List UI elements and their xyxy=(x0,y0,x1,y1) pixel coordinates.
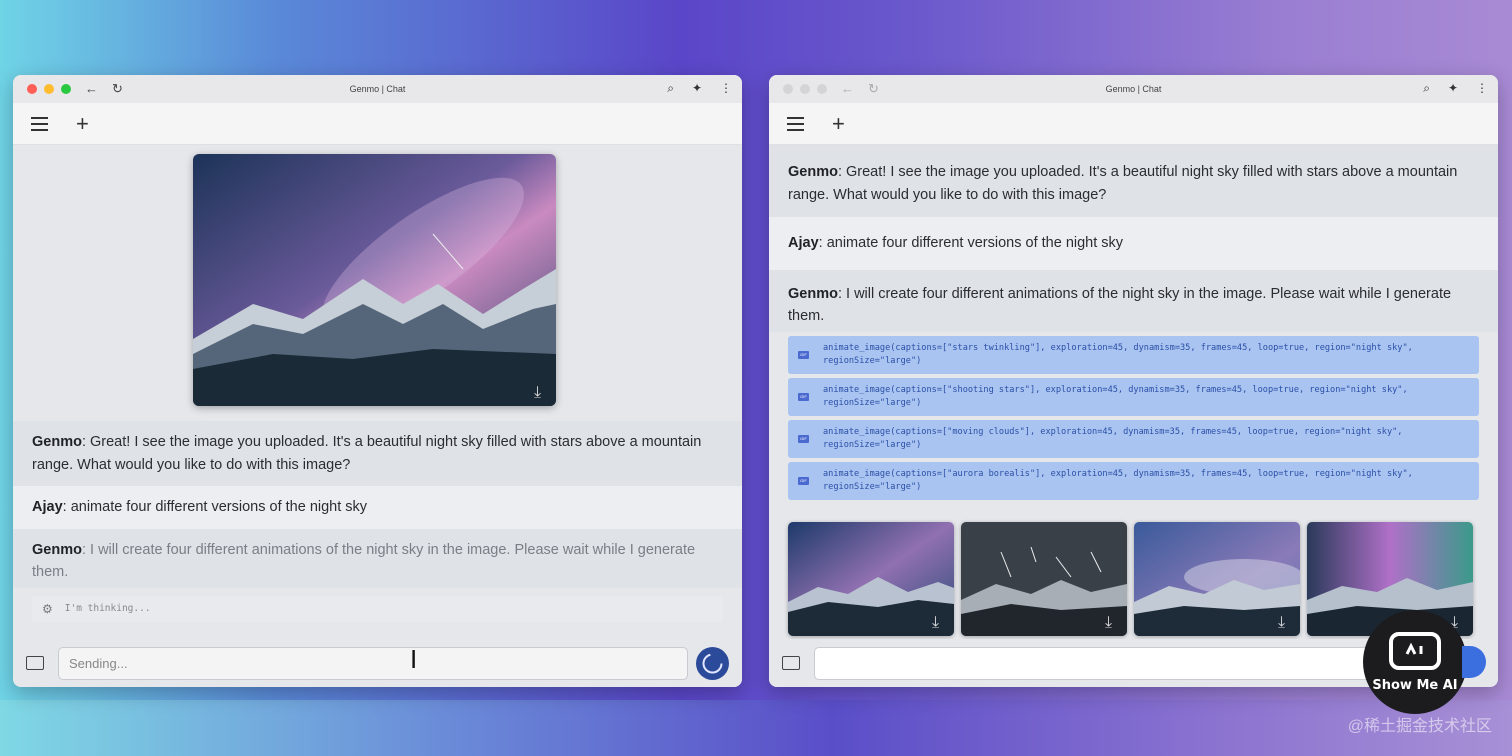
extensions-icon[interactable]: ✦ xyxy=(692,81,702,96)
function-call-list: GIF animate_image(captions=["stars twinkl… xyxy=(769,332,1498,500)
new-chat-icon[interactable]: + xyxy=(832,112,845,135)
message-input[interactable] xyxy=(814,647,1454,680)
chat-message: Ajay: animate four different versions of… xyxy=(13,486,742,529)
zoom-icon[interactable]: ⌕ xyxy=(1423,81,1430,96)
chat-content: Genmo: Great! I see the image you upload… xyxy=(769,145,1498,639)
new-chat-icon[interactable]: + xyxy=(76,112,89,135)
gear-icon: ⚙ xyxy=(42,601,53,616)
gif-icon: GIF xyxy=(798,392,809,401)
window-title: Genmo | Chat xyxy=(349,84,406,94)
download-icon[interactable]: ⤓ xyxy=(1105,614,1119,631)
browser-window-right: ← ↻ Genmo | Chat ⌕ ✦ ⋮ + Genmo: Great! I… xyxy=(769,75,1498,687)
more-menu-icon[interactable]: ⋮ xyxy=(1476,81,1488,96)
gif-icon: GIF xyxy=(798,350,809,359)
title-bar: ← ↻ Genmo | Chat ⌕ ✦ ⋮ xyxy=(769,75,1498,103)
zoom-icon[interactable]: ⌕ xyxy=(667,81,674,96)
background-band xyxy=(0,700,1512,756)
chat-message: Genmo: Great! I see the image you upload… xyxy=(769,145,1498,217)
robot-icon xyxy=(1389,632,1441,670)
text-cursor-icon: I xyxy=(410,644,418,674)
more-menu-icon[interactable]: ⋮ xyxy=(720,81,732,96)
menu-icon[interactable] xyxy=(787,116,804,131)
thinking-indicator: ⚙ I'm thinking... xyxy=(32,595,723,622)
chat-message: Genmo: I will create four different anim… xyxy=(13,528,742,588)
gif-icon: GIF xyxy=(798,476,809,485)
uploaded-image-block: ⤓ xyxy=(13,145,742,421)
image-upload-icon[interactable] xyxy=(782,656,800,670)
gif-icon: GIF xyxy=(798,434,809,443)
title-bar: ← ↻ Genmo | Chat ⌕ ✦ ⋮ xyxy=(13,75,742,103)
spinner-icon xyxy=(702,653,723,674)
input-bar: Sending... I xyxy=(13,639,742,687)
function-call[interactable]: GIF animate_image(captions=["shooting sta… xyxy=(788,377,1479,416)
thinking-text: I'm thinking... xyxy=(64,603,151,614)
sending-spinner-button[interactable] xyxy=(696,647,729,680)
animation-thumbnail[interactable]: ⤓ xyxy=(1134,521,1300,636)
download-icon[interactable]: ⤓ xyxy=(1278,614,1292,631)
chat-message: Ajay: animate four different versions of… xyxy=(769,217,1498,270)
animation-thumbnail[interactable]: ⤓ xyxy=(961,521,1127,636)
function-call[interactable]: GIF animate_image(captions=["stars twinkl… xyxy=(788,335,1479,374)
app-bar: + xyxy=(769,103,1498,145)
browser-window-left: ← ↻ Genmo | Chat ⌕ ✦ ⋮ + ⤓ Genmo: Great!… xyxy=(13,75,742,687)
chat-message: Genmo: Great! I see the image you upload… xyxy=(13,421,742,486)
animation-thumbnail[interactable]: ⤓ xyxy=(788,521,954,636)
extensions-icon[interactable]: ✦ xyxy=(1448,81,1458,96)
badge-label: Show Me AI xyxy=(1372,678,1458,693)
window-title: Genmo | Chat xyxy=(1105,84,1162,94)
download-icon[interactable]: ⤓ xyxy=(534,384,548,401)
uploaded-image: ⤓ xyxy=(193,154,556,406)
watermark: @稀土掘金技术社区 xyxy=(1347,718,1492,735)
menu-icon[interactable] xyxy=(31,116,48,131)
show-me-ai-badge: Show Me AI xyxy=(1363,610,1467,714)
function-call[interactable]: GIF animate_image(captions=["moving cloud… xyxy=(788,419,1479,458)
chat-message: Genmo: I will create four different anim… xyxy=(769,269,1498,332)
app-bar: + xyxy=(13,103,742,145)
chat-content: ⤓ Genmo: Great! I see the image you uplo… xyxy=(13,145,742,639)
function-call[interactable]: GIF animate_image(captions=["aurora borea… xyxy=(788,461,1479,500)
night-sky-image xyxy=(193,154,556,406)
image-upload-icon[interactable] xyxy=(26,656,44,670)
message-input[interactable]: Sending... xyxy=(58,647,688,680)
download-icon[interactable]: ⤓ xyxy=(932,614,946,631)
